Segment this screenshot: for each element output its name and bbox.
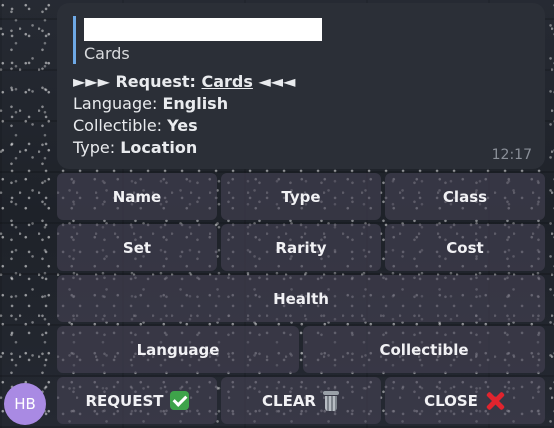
bot-message-bubble: Cards ►►► Request: Cards ◄◄◄ Language: E… [57,3,545,169]
avatar-initials: HB [14,395,36,413]
field-value: Yes [167,116,198,135]
health-button[interactable]: Health [57,275,545,322]
message-timestamp: 12:17 [491,147,532,163]
request-line: ►►► Request: Cards ◄◄◄ [73,71,295,93]
collectible-button[interactable]: Collectible [303,326,545,373]
request-link[interactable]: Cards [202,72,253,91]
name-button[interactable]: Name [57,173,217,220]
cost-button[interactable]: Cost [385,224,545,271]
bot-avatar[interactable]: HB [4,383,46,425]
request-button-label: REQUEST [85,391,164,410]
field-collectible: Collectible: Yes [73,115,198,137]
close-button-label: CLOSE [424,391,478,410]
reply-sender-name-redacted [84,18,322,41]
keyboard-row: Language Collectible [57,326,545,373]
keyboard-row: Name Type Class [57,173,545,220]
field-value: Location [120,138,198,157]
close-button[interactable]: CLOSE [385,377,545,424]
type-button[interactable]: Type [221,173,381,220]
clear-button[interactable]: CLEAR [221,377,381,424]
language-button[interactable]: Language [57,326,299,373]
field-label: Collectible: [73,116,168,135]
rarity-button[interactable]: Rarity [221,224,381,271]
set-button[interactable]: Set [57,224,217,271]
keyboard-row: REQUEST CLEAR CLOSE [57,377,545,424]
reply-preview[interactable]: Cards [73,16,333,64]
class-button[interactable]: Class [385,173,545,220]
keyboard-row: Health [57,275,545,322]
keyboard-row: Set Rarity Cost [57,224,545,271]
request-button[interactable]: REQUEST [57,377,217,424]
field-type: Type: Location [73,137,197,159]
reply-preview-text: Cards [84,44,130,63]
request-prefix: ►►► Request: [73,72,202,91]
field-value: English [162,94,229,113]
request-suffix: ◄◄◄ [252,72,296,91]
field-label: Type: [73,138,121,157]
check-mark-icon [169,391,189,410]
clear-button-label: CLEAR [262,391,316,410]
cross-mark-icon [484,390,506,412]
field-language: Language: English [73,93,228,115]
field-label: Language: [73,94,163,113]
wastebasket-icon [322,390,340,412]
